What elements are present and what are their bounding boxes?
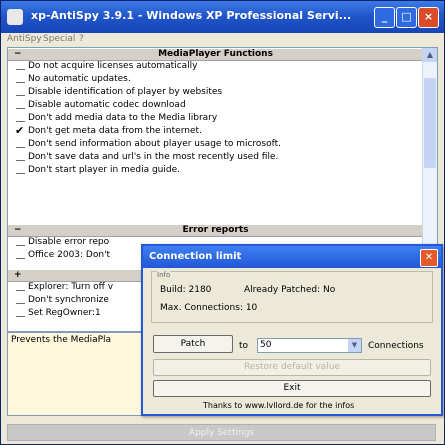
- checkbox[interactable]: [16, 168, 25, 174]
- menu-bar: AntiSpy Special ?: [1, 33, 444, 47]
- restore-default-button[interactable]: Restore default value: [153, 359, 431, 376]
- list-item[interactable]: Don't add media data to the Media librar…: [8, 113, 423, 124]
- dialog-title: Connection limit: [149, 251, 242, 262]
- list-item-label: Do not acquire licenses automatically: [28, 61, 198, 71]
- main-window: xp-AntiSpy 3.9.1 - Windows XP Profession…: [0, 0, 445, 445]
- list-item[interactable]: Disable identification of player by webs…: [8, 87, 423, 98]
- list-item-label: Don't save data and url's in the most re…: [28, 152, 279, 162]
- list-item-label: No automatic updates.: [28, 74, 131, 84]
- menu-help[interactable]: ?: [79, 34, 84, 44]
- window-title: xp-AntiSpy 3.9.1 - Windows XP Profession…: [31, 9, 352, 22]
- list-item-label: Office 2003: Don't: [28, 250, 111, 260]
- checkbox[interactable]: [16, 155, 25, 161]
- expand-icon[interactable]: +: [14, 270, 22, 281]
- apply-settings-button[interactable]: Apply Settings: [7, 424, 436, 441]
- list-item-label: Disable automatic codec download: [28, 100, 186, 110]
- build-label: Build: 2180: [160, 285, 212, 295]
- thanks-text: Thanks to www.lvllord.de for the infos: [203, 401, 355, 410]
- exit-button[interactable]: Exit: [153, 380, 431, 397]
- list-item[interactable]: ✔ Don't get meta data from the internet.: [8, 126, 423, 137]
- menu-special[interactable]: Special: [43, 34, 75, 44]
- close-icon[interactable]: ×: [418, 7, 439, 28]
- list-item-label: Don't get meta data from the internet.: [28, 126, 202, 136]
- checkmark-icon[interactable]: ✔: [15, 126, 24, 136]
- checkbox[interactable]: [16, 90, 25, 96]
- max-connections-label: Max. Connections: 10: [160, 303, 258, 313]
- scroll-up-icon[interactable]: ▲: [423, 48, 437, 62]
- checkbox[interactable]: [16, 253, 25, 259]
- minimize-icon[interactable]: _: [374, 7, 395, 28]
- checkbox[interactable]: [16, 285, 25, 291]
- section-header-error-reports[interactable]: − Error reports: [8, 225, 423, 237]
- app-icon: [7, 9, 23, 25]
- list-item[interactable]: Do not acquire licenses automatically: [8, 61, 423, 72]
- section-title: MediaPlayer Functions: [158, 49, 273, 59]
- section-header-mediaplayer[interactable]: − MediaPlayer Functions: [8, 49, 423, 61]
- list-item-label: Disable identification of player by webs…: [28, 87, 223, 97]
- checkbox[interactable]: [16, 142, 25, 148]
- connections-select[interactable]: 50 ▼: [257, 338, 362, 353]
- title-bar[interactable]: xp-AntiSpy 3.9.1 - Windows XP Profession…: [1, 1, 444, 33]
- list-item-label: Don't start player in media guide.: [28, 165, 180, 175]
- to-label: to: [239, 341, 249, 351]
- section-title: Error reports: [182, 225, 249, 235]
- list-item[interactable]: Don't save data and url's in the most re…: [8, 152, 423, 163]
- description-box: Prevents the MediaPla: [7, 332, 145, 416]
- maximize-icon[interactable]: □: [396, 7, 417, 28]
- collapse-icon[interactable]: −: [14, 225, 22, 236]
- connections-value: 50: [260, 340, 272, 350]
- info-groupbox: Info Build: 2180 Already Patched: No Max…: [151, 271, 433, 323]
- list-item-label: Disable error repo: [28, 237, 110, 247]
- scroll-thumb[interactable]: [424, 78, 436, 168]
- list-item[interactable]: Don't send information about player usag…: [8, 139, 423, 150]
- already-patched-label: Already Patched: No: [244, 285, 336, 295]
- list-item-label: Don't send information about player usag…: [28, 139, 282, 149]
- list-item-label: Explorer: Turn off v: [28, 282, 114, 292]
- patch-button[interactable]: Patch: [153, 335, 233, 353]
- dialog-close-icon[interactable]: ✕: [420, 249, 438, 267]
- list-item[interactable]: No automatic updates.: [8, 74, 423, 85]
- connections-label: Connections: [368, 341, 424, 351]
- chevron-down-icon[interactable]: ▼: [348, 339, 361, 352]
- checkbox[interactable]: [16, 116, 25, 122]
- dialog-title-bar[interactable]: Connection limit ✕: [143, 246, 441, 268]
- checkbox[interactable]: [16, 298, 25, 304]
- checkbox[interactable]: [16, 240, 25, 246]
- list-item-label: Don't add media data to the Media librar…: [28, 113, 218, 123]
- connection-limit-dialog: Connection limit ✕ Info Build: 2180 Alre…: [141, 244, 443, 416]
- checkbox[interactable]: [16, 64, 25, 70]
- checkbox[interactable]: [16, 311, 25, 317]
- collapse-icon[interactable]: −: [14, 49, 22, 60]
- list-item-label: Set RegOwner:1: [28, 308, 101, 318]
- checkbox[interactable]: [16, 77, 25, 83]
- list-item[interactable]: Disable automatic codec download: [8, 100, 423, 111]
- checkbox[interactable]: [16, 103, 25, 109]
- list-item-label: Don't synchronize: [28, 295, 109, 305]
- info-legend: Info: [157, 271, 171, 279]
- menu-antispy[interactable]: AntiSpy: [7, 34, 42, 44]
- list-item[interactable]: Don't start player in media guide.: [8, 165, 423, 176]
